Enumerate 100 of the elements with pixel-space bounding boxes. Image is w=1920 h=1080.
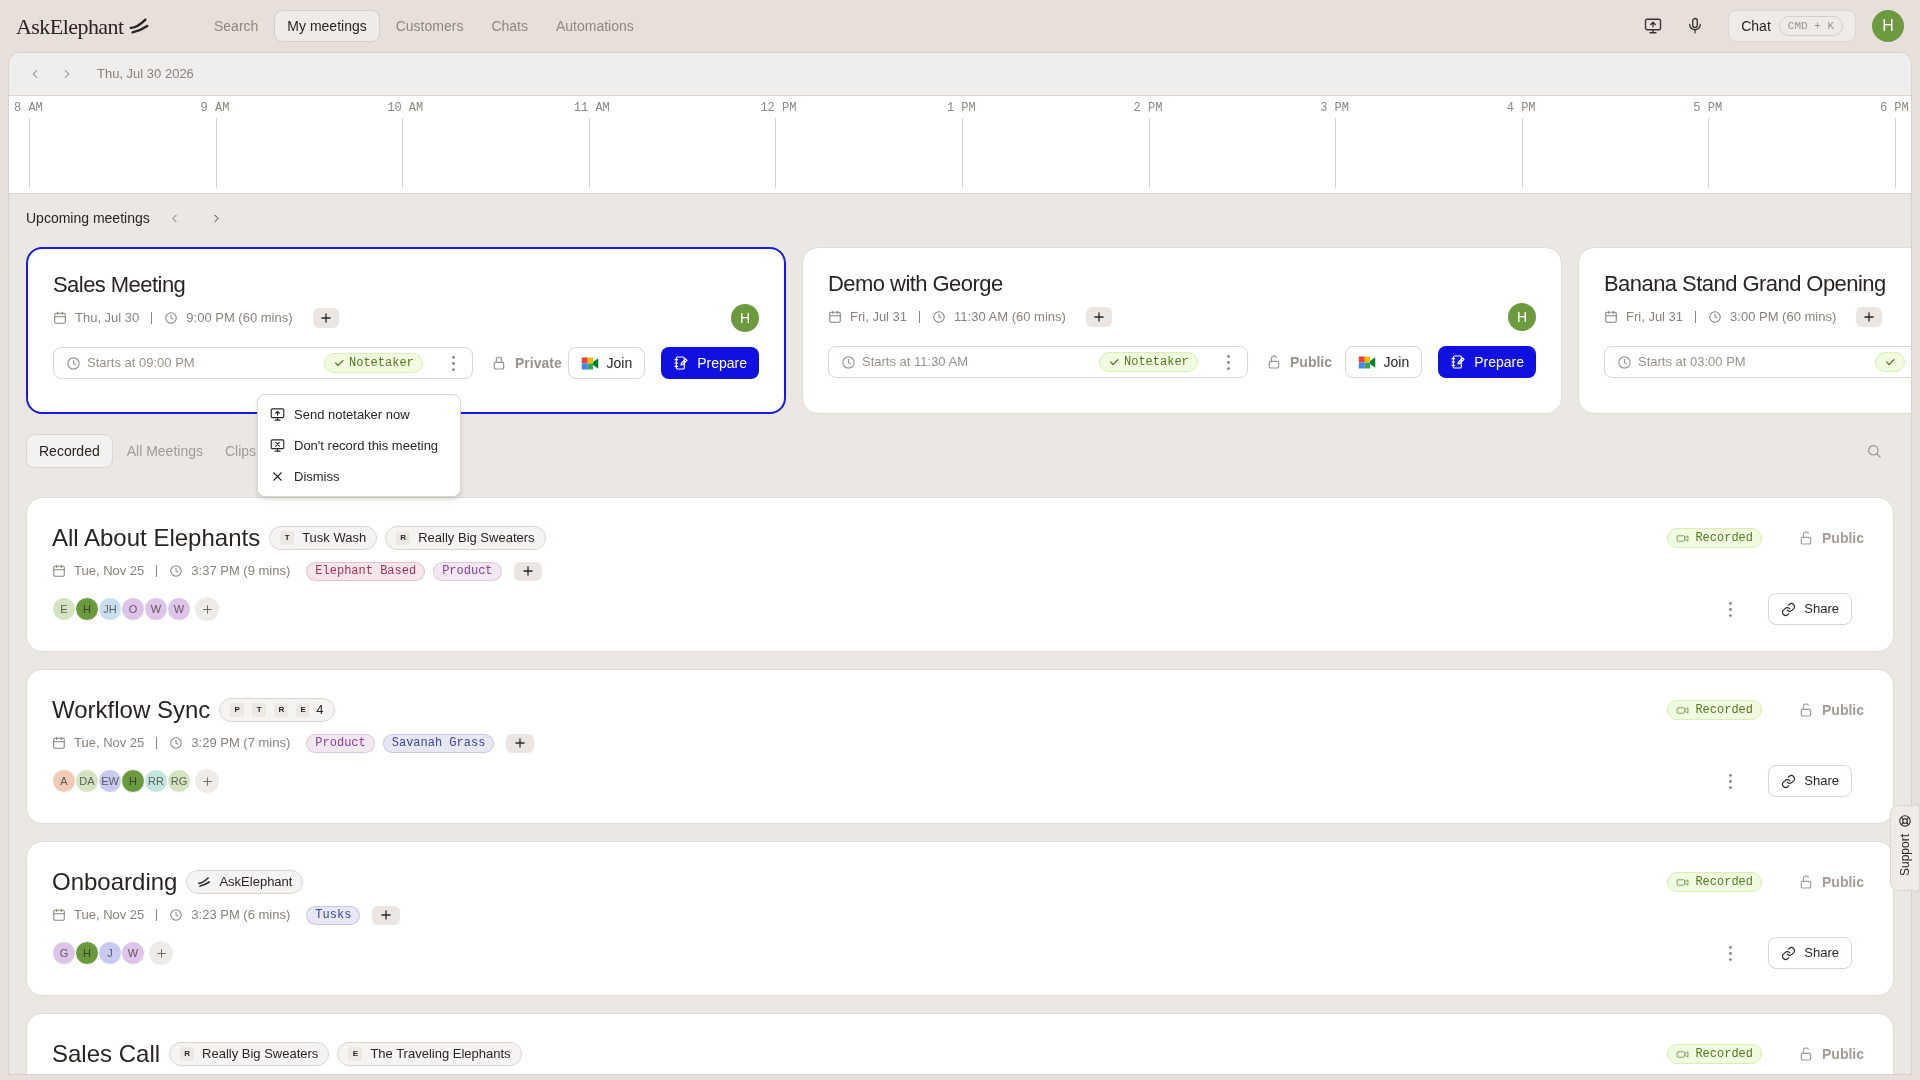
attendee-avatar: H (1508, 303, 1536, 331)
attendee-avatar: A (52, 769, 76, 793)
hour-label: 9 AM (200, 100, 231, 116)
prepare-button[interactable]: Prepare (661, 347, 759, 379)
attendee-avatar: JH (98, 597, 122, 621)
meeting-card[interactable]: Demo with George Fri, Jul 31 11:30 AM (60 mins) H Starts at 11:30 AM Notetaker Public Join Prepare (802, 247, 1562, 414)
hour-label: 10 AM (387, 100, 425, 116)
privacy-status: Public (1266, 351, 1332, 373)
recorded-badge: Recorded (1667, 872, 1762, 892)
attendee-avatar: W (144, 597, 168, 621)
attendee-avatar: J (98, 941, 122, 965)
attendee-avatar: H (731, 304, 759, 332)
company-initial-icon: R (274, 703, 289, 717)
notetaker-badge: Notetaker (1099, 352, 1198, 372)
hour-label: 4 PM (1506, 100, 1537, 116)
company-initial-icon: T (280, 531, 295, 545)
meeting-title: Sales Meeting (53, 271, 187, 299)
company-initial-icon: R (180, 1047, 195, 1061)
recorded-badge: Recorded (1667, 700, 1762, 720)
attendee-avatar: H (121, 769, 145, 793)
start-time-text: Starts at 03:00 PM (1638, 353, 1746, 372)
meeting-title: Banana Stand Grand Opening (1604, 270, 1887, 298)
tag[interactable]: Product (433, 561, 502, 581)
attendee-avatar: O (121, 597, 145, 621)
company-initial-icon: T (252, 703, 267, 717)
company-chip[interactable]: R Really Big Sweaters (385, 526, 546, 550)
meeting-row[interactable]: Sales Call R Really Big Sweaters E The Traveling Elephants Recorded Public (26, 1013, 1894, 1074)
tag[interactable]: Savanah Grass (382, 733, 495, 753)
meeting-date: Fri, Jul 31 (1626, 308, 1684, 327)
meeting-title: Demo with George (828, 270, 1004, 298)
privacy-status: Public (1798, 871, 1868, 893)
hour-label: 6 PM (1879, 100, 1910, 116)
recorded-badge: Recorded (1667, 1044, 1762, 1064)
meeting-date: Thu, Jul 30 (75, 309, 140, 328)
join-button[interactable]: Join (567, 347, 646, 379)
hour-label: 2 PM (1133, 100, 1164, 116)
attendee-avatar: E (52, 597, 76, 621)
attendee-avatar: H (75, 597, 99, 621)
meeting-row[interactable]: All About Elephants T Tusk Wash R Really Big Sweaters Recorded Public Tue, Nov 25 3:37 PM (9 mins) Elephant Based Product E H JH O W W Share (26, 497, 1894, 652)
attendee-avatar: DA (75, 769, 99, 793)
attendee-avatar: W (167, 597, 191, 621)
support-tab[interactable]: Support (1890, 805, 1920, 891)
meeting-date: Fri, Jul 31 (850, 308, 908, 327)
meeting-date: Tue, Nov 25 (74, 734, 145, 753)
company-initial-icon: E (348, 1047, 363, 1061)
meeting-time: 3:23 PM (6 mins) (191, 906, 291, 925)
current-date: Thu, Jul 30 2026 (97, 65, 194, 84)
company-chip[interactable]: AskElephant (186, 870, 304, 894)
meeting-title: Sales Call (52, 1039, 161, 1069)
hour-label: 3 PM (1320, 100, 1350, 116)
privacy-status: Private (491, 352, 562, 374)
start-time-text: Starts at 09:00 PM (87, 354, 195, 373)
company-chip[interactable]: R Really Big Sweaters (169, 1042, 330, 1066)
meeting-row[interactable]: Workflow Sync P T R E 4 Recorded Public Tue, Nov 25 3:29 PM (7 mins) Product Savanah Grass A DA EW H RR RG Share (26, 669, 1894, 824)
meeting-date: Tue, Nov 25 (74, 562, 145, 581)
hour-label: 5 PM (1693, 100, 1724, 116)
filter-tab[interactable]: Recorded (26, 434, 113, 468)
company-chip[interactable]: E The Traveling Elephants (337, 1042, 522, 1066)
meeting-title: Workflow Sync (52, 695, 211, 725)
meeting-date: Tue, Nov 25 (74, 906, 145, 925)
company-initial-icon: P (230, 703, 245, 717)
tag[interactable]: Tusks (306, 905, 361, 925)
hour-label: 11 AM (573, 100, 611, 116)
nav-tab[interactable]: My meetings (274, 10, 380, 42)
attendee-avatar: H (75, 941, 99, 965)
meeting-time: 9:00 PM (60 mins) (186, 309, 293, 328)
meeting-time: 11:30 AM (60 mins) (954, 308, 1066, 327)
share-button[interactable]: Share (1768, 765, 1852, 797)
meeting-row[interactable]: Onboarding AskElephant Recorded Public Tue, Nov 25 3:23 PM (6 mins) Tusks G H J W Share (26, 841, 1894, 996)
notetaker-badge: Notetaker (324, 353, 423, 373)
meeting-title: Onboarding (52, 867, 178, 897)
hour-label: 1 PM (946, 100, 977, 116)
privacy-status: Public (1798, 1043, 1868, 1065)
tag[interactable]: Product (306, 733, 375, 753)
section-title: Upcoming meetings (26, 208, 150, 228)
company-initial-icon: R (396, 531, 411, 545)
attendee-avatar: W (121, 941, 145, 965)
start-time-text: Starts at 11:30 AM (862, 353, 968, 372)
share-button[interactable]: Share (1768, 937, 1852, 969)
meeting-time: 3:00 PM (60 mins) (1730, 308, 1837, 327)
company-initial-icon: E (296, 703, 311, 717)
attendee-avatar: RG (167, 769, 191, 793)
hour-label: 8 AM (14, 100, 44, 116)
recorded-badge: Recorded (1667, 528, 1762, 548)
meeting-time: 3:29 PM (7 mins) (191, 734, 291, 753)
tag[interactable]: Elephant Based (306, 561, 426, 581)
share-button[interactable]: Share (1768, 593, 1852, 625)
meeting-card[interactable]: Banana Stand Grand Opening Fri, Jul 31 3:00 PM (60 mins) Starts at 03:00 PM (1578, 247, 1911, 414)
chat-label: Chat (1741, 16, 1771, 36)
meeting-title: All About Elephants (52, 523, 261, 553)
chat-button[interactable]: Chat CMD + K (1728, 10, 1856, 42)
hour-label: 12 PM (760, 100, 798, 116)
attendee-avatar: EW (98, 769, 122, 793)
join-button[interactable]: Join (1344, 346, 1423, 378)
company-group-chip[interactable]: P T R E 4 (219, 698, 335, 722)
logo-text: AskElephant (16, 12, 124, 41)
prepare-button[interactable]: Prepare (1438, 346, 1536, 378)
attendee-avatar: G (52, 941, 76, 965)
attendee-avatar: RR (144, 769, 168, 793)
company-chip[interactable]: T Tusk Wash (269, 526, 378, 550)
